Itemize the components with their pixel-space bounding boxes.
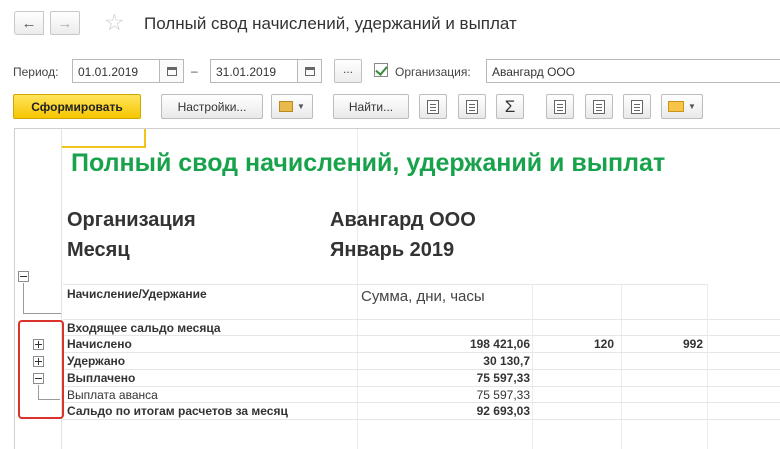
- advance-payment-sum: 75 597,33: [476, 388, 530, 402]
- accrued-sum: 198 421,06: [469, 337, 530, 351]
- row-divider: [63, 369, 780, 370]
- column-header-amounts: Сумма, дни, часы: [361, 288, 485, 305]
- report-variants-icon: [279, 101, 294, 112]
- find-previous-button[interactable]: [458, 94, 486, 119]
- row-divider: [63, 386, 780, 387]
- column-divider: [621, 284, 622, 449]
- find-button[interactable]: Найти...: [333, 94, 409, 119]
- collapse-group-button[interactable]: [18, 271, 29, 282]
- period-dash: –: [191, 64, 198, 78]
- arrow-right-icon: →: [57, 14, 73, 32]
- column-divider: [532, 284, 533, 449]
- closing-balance-sum: 92 693,03: [476, 404, 530, 418]
- calendar-icon: [166, 66, 177, 76]
- settings-button[interactable]: Настройки...: [161, 94, 263, 119]
- row-label-withheld: Удержано: [67, 354, 126, 368]
- organization-field[interactable]: Авангард ООО: [486, 59, 780, 83]
- printer-icon: [554, 99, 566, 114]
- preview-button[interactable]: [585, 94, 613, 119]
- report-title: Полный свод начислений, удержаний и выпл…: [71, 149, 666, 177]
- print-button[interactable]: [546, 94, 574, 119]
- row-divider: [63, 419, 780, 420]
- row-label-accrued: Начислено: [67, 337, 132, 351]
- report-month-label: Месяц: [67, 239, 130, 261]
- report-spreadsheet[interactable]: Полный свод начислений, удержаний и выпл…: [14, 128, 780, 449]
- organization-label: Организация:: [395, 65, 471, 79]
- chevron-down-icon: ▼: [297, 102, 305, 111]
- column-header-accrual: Начисление/Удержание: [67, 287, 207, 301]
- variants-dropdown-button[interactable]: ▼: [271, 94, 313, 119]
- active-cell[interactable]: [62, 129, 146, 148]
- period-label: Период:: [13, 65, 59, 79]
- tree-connector: [23, 283, 24, 313]
- highlight-frame: [18, 320, 64, 419]
- row-divider: [63, 335, 780, 336]
- find-next-button[interactable]: [419, 94, 447, 119]
- sum-icon: Σ: [504, 96, 516, 116]
- date-to-calendar-button[interactable]: [298, 59, 322, 83]
- withheld-sum: 30 130,7: [483, 354, 530, 368]
- row-divider: [63, 319, 780, 320]
- paid-sum: 75 597,33: [476, 371, 530, 385]
- row-label-paid: Выплачено: [67, 371, 136, 385]
- date-to-field[interactable]: 31.01.2019: [210, 59, 298, 83]
- find-previous-icon: [466, 99, 478, 114]
- arrow-left-icon: ←: [21, 14, 37, 32]
- date-from-calendar-button[interactable]: [160, 59, 184, 83]
- find-next-icon: [427, 99, 439, 114]
- tree-connector: [23, 313, 61, 314]
- floppy-disk-icon: [631, 99, 643, 114]
- report-org-label: Организация: [67, 209, 196, 231]
- row-divider: [63, 352, 780, 353]
- save-button[interactable]: [623, 94, 651, 119]
- back-button[interactable]: ←: [14, 11, 44, 35]
- accrued-days: 120: [593, 337, 614, 351]
- chevron-down-icon: ▼: [688, 102, 696, 111]
- row-label-closing-balance: Сальдо по итогам расчетов за месяц: [67, 404, 288, 418]
- report-org-value: Авангард ООО: [330, 209, 476, 231]
- accrued-hours: 992: [682, 337, 703, 351]
- calendar-icon: [304, 66, 315, 76]
- favorite-star-icon[interactable]: ☆: [104, 9, 125, 36]
- print-preview-icon: [593, 99, 605, 114]
- window-title: Полный свод начислений, удержаний и выпл…: [144, 14, 517, 33]
- report-month-value: Январь 2019: [330, 239, 455, 261]
- date-from-field[interactable]: 01.01.2019: [72, 59, 160, 83]
- row-divider: [63, 402, 780, 403]
- row-divider: [63, 284, 708, 285]
- period-select-button[interactable]: ...: [334, 59, 362, 83]
- organization-checkbox[interactable]: [374, 63, 388, 77]
- row-label-opening-balance: Входящее сальдо месяца: [67, 321, 221, 335]
- sum-button[interactable]: Σ: [496, 94, 524, 119]
- window-titlebar: ← → ☆ Полный свод начислений, удержаний …: [0, 0, 780, 50]
- column-divider: [707, 284, 708, 449]
- forward-button[interactable]: →: [50, 11, 80, 35]
- envelope-icon: [668, 101, 685, 112]
- row-label-advance-payment: Выплата аванса: [67, 388, 158, 402]
- generate-button[interactable]: Сформировать: [13, 94, 141, 119]
- send-email-button[interactable]: ▼: [661, 94, 703, 119]
